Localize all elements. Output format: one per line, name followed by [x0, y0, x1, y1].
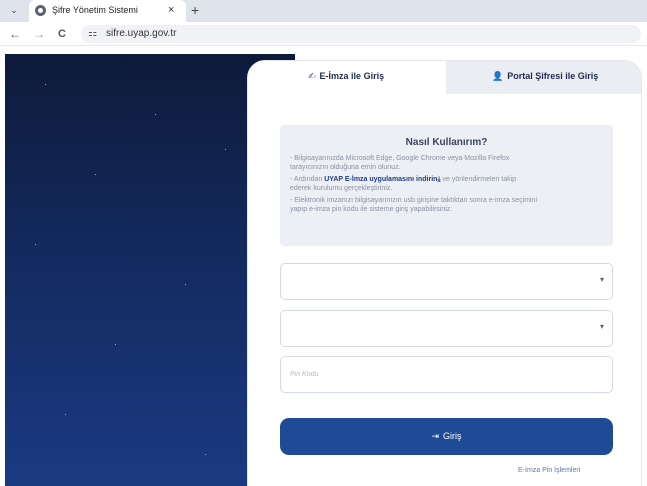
tab-list-icon[interactable]: ⌄ [8, 4, 20, 16]
browser-toolbar: ← → C ⚏ sifre.uyap.gov.tr [0, 22, 647, 46]
chevron-down-icon: ▾ [599, 322, 604, 331]
star [225, 149, 226, 150]
site-info-icon[interactable]: ⚏ [88, 28, 97, 39]
info-line: - Elektronik imzanızı bilgisayarınızın u… [290, 197, 538, 204]
tab-eimza-label: E-İmza ile Giriş [319, 71, 385, 81]
new-tab-icon[interactable]: + [191, 1, 199, 19]
address-bar[interactable]: ⚏ sifre.uyap.gov.tr [81, 25, 641, 43]
page-content: ✍ E-İmza ile Giriş 👤 Portal Şifresi ile Gi… [0, 47, 647, 486]
star [185, 284, 186, 285]
how-to-use-box: Nasıl Kullanırım? - Bilgisayarınızda Mic… [280, 125, 613, 246]
login-card: ✍ E-İmza ile Giriş 👤 Portal Şifresi ile Gi… [247, 60, 642, 486]
tab-eimza-login[interactable]: ✍ E-İmza ile Giriş [248, 61, 446, 94]
download-link[interactable]: UYAP E-İmza uygulamasını indirin [324, 176, 437, 183]
star [155, 114, 156, 115]
star [205, 454, 206, 455]
info-line-suffix: ve yönlendirmeleri takip [440, 176, 517, 183]
login-tabs: ✍ E-İmza ile Giriş 👤 Portal Şifresi ile Gi… [248, 61, 641, 94]
sign-in-icon: ⇥ [431, 431, 440, 441]
pin-field[interactable] [280, 356, 613, 393]
how-to-use-title: Nasıl Kullanırım? [405, 137, 488, 148]
info-line: - Bilgisayarınızda Microsoft Edge, Googl… [290, 155, 510, 162]
favicon-icon [35, 5, 46, 16]
eimza-select-2[interactable]: ▾ [280, 310, 613, 347]
star [45, 84, 46, 85]
chevron-down-icon: ▾ [599, 275, 604, 284]
info-line: ederek kurulumu gerçekleştiriniz. [290, 185, 393, 192]
forward-icon[interactable]: → [33, 27, 45, 41]
tab-portal-login[interactable]: 👤 Portal Şifresi ile Giriş [446, 61, 641, 94]
close-tab-icon[interactable]: × [168, 3, 174, 17]
star [65, 414, 66, 415]
pin-operations-link[interactable]: E-İmza Pin İşlemleri [518, 467, 580, 474]
login-button[interactable]: ⇥ Giriş [280, 418, 613, 455]
browser-tab-bar: ⌄ Şifre Yönetim Sistemi × + [0, 0, 647, 22]
star [95, 174, 96, 175]
info-line-prefix: - Ardından [290, 176, 325, 183]
reload-icon[interactable]: C [58, 27, 66, 41]
back-icon[interactable]: ← [9, 27, 21, 41]
tab-title: Şifre Yönetim Sistemi [52, 5, 138, 15]
info-line: tarayıcınızın olduğuna emin olunuz. [290, 164, 401, 171]
browser-tab[interactable]: Şifre Yönetim Sistemi × [29, 0, 186, 22]
login-button-label: Giriş [443, 431, 462, 441]
tab-eimza-content: ✍ E-İmza ile Giriş [308, 71, 384, 82]
signature-icon: ✍ [308, 71, 316, 81]
user-lock-icon: 👤 [492, 71, 504, 81]
info-line: yapıp e-imza pin kodu ile sisteme giriş … [290, 206, 453, 213]
tab-portal-label: Portal Şifresi ile Giriş [507, 71, 599, 81]
tab-portal-content: 👤 Portal Şifresi ile Giriş [492, 71, 598, 82]
url-text: sifre.uyap.gov.tr [106, 28, 177, 39]
pin-input[interactable] [281, 357, 612, 392]
eimza-select-1[interactable]: ▾ [280, 263, 613, 300]
info-line: - Ardından UYAP E-İmza uygulamasını indi… [290, 176, 605, 184]
star [35, 244, 36, 245]
star [115, 344, 116, 345]
